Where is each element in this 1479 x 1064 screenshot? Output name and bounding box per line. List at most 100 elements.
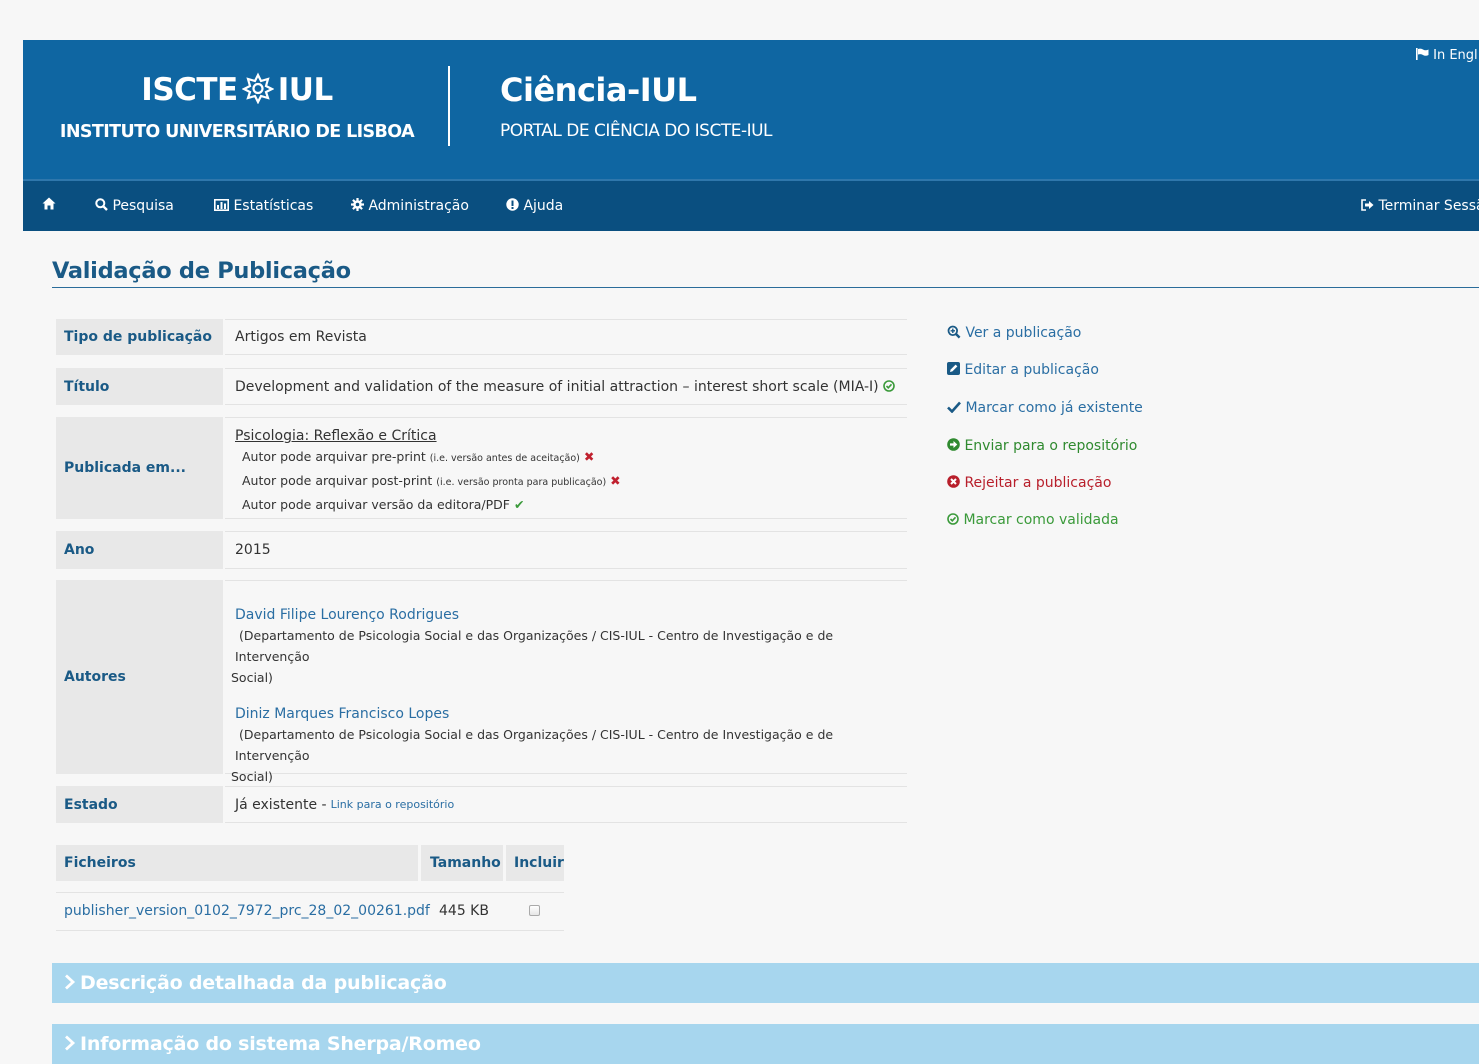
file-row-bottom-border: [56, 930, 564, 931]
portal-subtitle: PORTAL DE CIÊNCIA DO ISCTE-IUL: [500, 121, 773, 141]
type-label: Tipo de publicação: [56, 319, 223, 355]
nav-logout-label: Terminar Sessã: [1378, 198, 1479, 214]
chevron-right-icon: [64, 972, 80, 994]
preprint-note: (i.e. versão antes de aceitação): [429, 453, 580, 464]
logo-wordmark: ISCTE IUL: [23, 72, 451, 108]
mark-validated-link[interactable]: Marcar como validada: [947, 512, 1119, 528]
flag-icon: [1416, 48, 1429, 63]
postprint-text: Autor pode arquivar post-print: [242, 473, 433, 488]
checkmark-icon: [947, 400, 961, 416]
file-row: publisher_version_0102_7972_prc_28_02_00…: [56, 893, 564, 930]
view-publication-label: Ver a publicação: [965, 325, 1082, 341]
edit-publication-link[interactable]: Editar a publicação: [947, 362, 1099, 378]
nav-ajuda-label: Ajuda: [523, 198, 564, 214]
nav-pesquisa[interactable]: Pesquisa: [95, 198, 174, 214]
authors-value: David Filipe Lourenço Rodrigues (Departa…: [225, 580, 907, 784]
zoom-in-icon: [947, 325, 961, 341]
home-icon: [42, 197, 56, 214]
reject-publication-link[interactable]: Rejeitar a publicação: [947, 475, 1111, 491]
include-column-header: Incluir: [506, 845, 564, 881]
authors-label: Autores: [56, 580, 223, 774]
publisher-pdf-text: Autor pode arquivar versão da editora/PD…: [242, 497, 510, 512]
title-value: Development and validation of the measur…: [225, 368, 907, 405]
iscte-logo[interactable]: ISCTE IUL INSTITUTO UNIVERSITÁRIO DE LISB…: [23, 40, 451, 179]
cross-icon: ✖: [610, 473, 621, 488]
edit-icon: [947, 362, 960, 378]
type-value: Artigos em Revista: [225, 319, 907, 355]
files-column-header: Ficheiros: [56, 845, 418, 881]
nav-estatisticas-label: Estatísticas: [233, 198, 314, 214]
nav-pesquisa-label: Pesquisa: [112, 198, 174, 214]
chevron-right-icon: [64, 1033, 80, 1055]
nav-logout[interactable]: Terminar Sessã: [1361, 198, 1479, 214]
send-repository-link[interactable]: Enviar para o repositório: [947, 438, 1137, 454]
include-checkbox[interactable]: [529, 905, 540, 916]
cross-icon: ✖: [583, 449, 595, 464]
logout-icon: [1361, 198, 1374, 214]
info-icon: [506, 198, 519, 214]
author-affiliation-line2: Social): [231, 670, 273, 685]
main-navbar: Pesquisa Estatísticas Administração Ajud…: [23, 179, 1479, 231]
view-publication-link[interactable]: Ver a publicação: [947, 325, 1081, 341]
check-icon: ✔: [513, 497, 525, 512]
sherpa-section-title: Informação do sistema Sherpa/Romeo: [80, 1033, 481, 1055]
state-value-text: Já existente -: [235, 796, 327, 813]
preprint-text: Autor pode arquivar pre-print: [242, 449, 426, 464]
author-affiliation: (Departamento de Psicologia Social e das…: [231, 724, 907, 787]
journal-link[interactable]: Psicologia: Reflexão e Crítica: [235, 427, 907, 446]
mark-existing-label: Marcar como já existente: [965, 400, 1143, 416]
author-link[interactable]: David Filipe Lourenço Rodrigues: [235, 605, 907, 625]
size-column-header: Tamanho: [421, 845, 503, 881]
chart-icon: [214, 198, 229, 214]
year-label: Ano: [56, 531, 223, 569]
repository-link[interactable]: Link para o repositório: [331, 798, 455, 811]
description-section-title: Descrição detalhada da publicação: [80, 972, 447, 994]
nav-administracao[interactable]: Administração: [351, 198, 469, 214]
language-link[interactable]: In Engl: [1416, 48, 1478, 63]
author-affiliation-line1: (Departamento de Psicologia Social e das…: [235, 727, 834, 763]
description-section-toggle[interactable]: Descrição detalhada da publicação: [52, 963, 1479, 1003]
site-header: ISCTE IUL INSTITUTO UNIVERSITÁRIO DE LISB…: [23, 40, 1479, 179]
nav-ajuda[interactable]: Ajuda: [506, 198, 563, 214]
author-affiliation-line2: Social): [231, 769, 273, 784]
nav-administracao-label: Administração: [368, 198, 469, 214]
mark-existing-link[interactable]: Marcar como já existente: [947, 400, 1143, 416]
ok-circle-icon: [947, 512, 959, 528]
logo-left-text: ISCTE: [141, 72, 238, 108]
sherpa-section-toggle[interactable]: Informação do sistema Sherpa/Romeo: [52, 1024, 1479, 1064]
year-value-text: 2015: [235, 542, 271, 558]
header-divider: [448, 66, 450, 146]
year-value: 2015: [225, 531, 907, 569]
logo-subtitle: INSTITUTO UNIVERSITÁRIO DE LISBOA: [59, 122, 415, 142]
published-value: Psicologia: Reflexão e Crítica Autor pod…: [225, 417, 907, 519]
nav-estatisticas[interactable]: Estatísticas: [214, 198, 313, 214]
type-value-text: Artigos em Revista: [235, 329, 367, 345]
edit-publication-label: Editar a publicação: [964, 362, 1099, 378]
title-value-text: Development and validation of the measur…: [235, 378, 879, 395]
state-value: Já existente - Link para o repositório: [225, 786, 907, 823]
logo-emblem-icon: [241, 72, 275, 105]
published-label: Publicada em...: [56, 417, 223, 519]
file-link[interactable]: publisher_version_0102_7972_prc_28_02_00…: [64, 903, 430, 919]
author-affiliation: (Departamento de Psicologia Social e das…: [231, 625, 907, 688]
title-label: Título: [56, 368, 223, 405]
reject-publication-label: Rejeitar a publicação: [964, 475, 1112, 491]
nav-home[interactable]: [42, 197, 56, 214]
postprint-row: Autor pode arquivar post-print (i.e. ver…: [242, 470, 907, 494]
page-title: Validação de Publicação: [52, 258, 351, 284]
portal-title[interactable]: Ciência-IUL: [500, 71, 697, 109]
mark-validated-label: Marcar como validada: [963, 512, 1119, 528]
remove-circle-icon: [947, 475, 960, 491]
arrow-circle-right-icon: [947, 438, 960, 454]
language-link-label: In Engl: [1433, 48, 1478, 63]
file-size: 445 KB: [439, 903, 489, 919]
publisher-pdf-row: Autor pode arquivar versão da editora/PD…: [242, 494, 907, 516]
send-repository-label: Enviar para o repositório: [964, 438, 1138, 454]
author-link[interactable]: Diniz Marques Francisco Lopes: [235, 704, 907, 724]
gear-icon: [351, 198, 364, 214]
title-divider: [52, 287, 1479, 288]
search-icon: [95, 198, 108, 214]
state-label: Estado: [56, 786, 223, 823]
preprint-row: Autor pode arquivar pre-print (i.e. vers…: [242, 446, 907, 470]
logo-right-text: IUL: [277, 72, 333, 108]
